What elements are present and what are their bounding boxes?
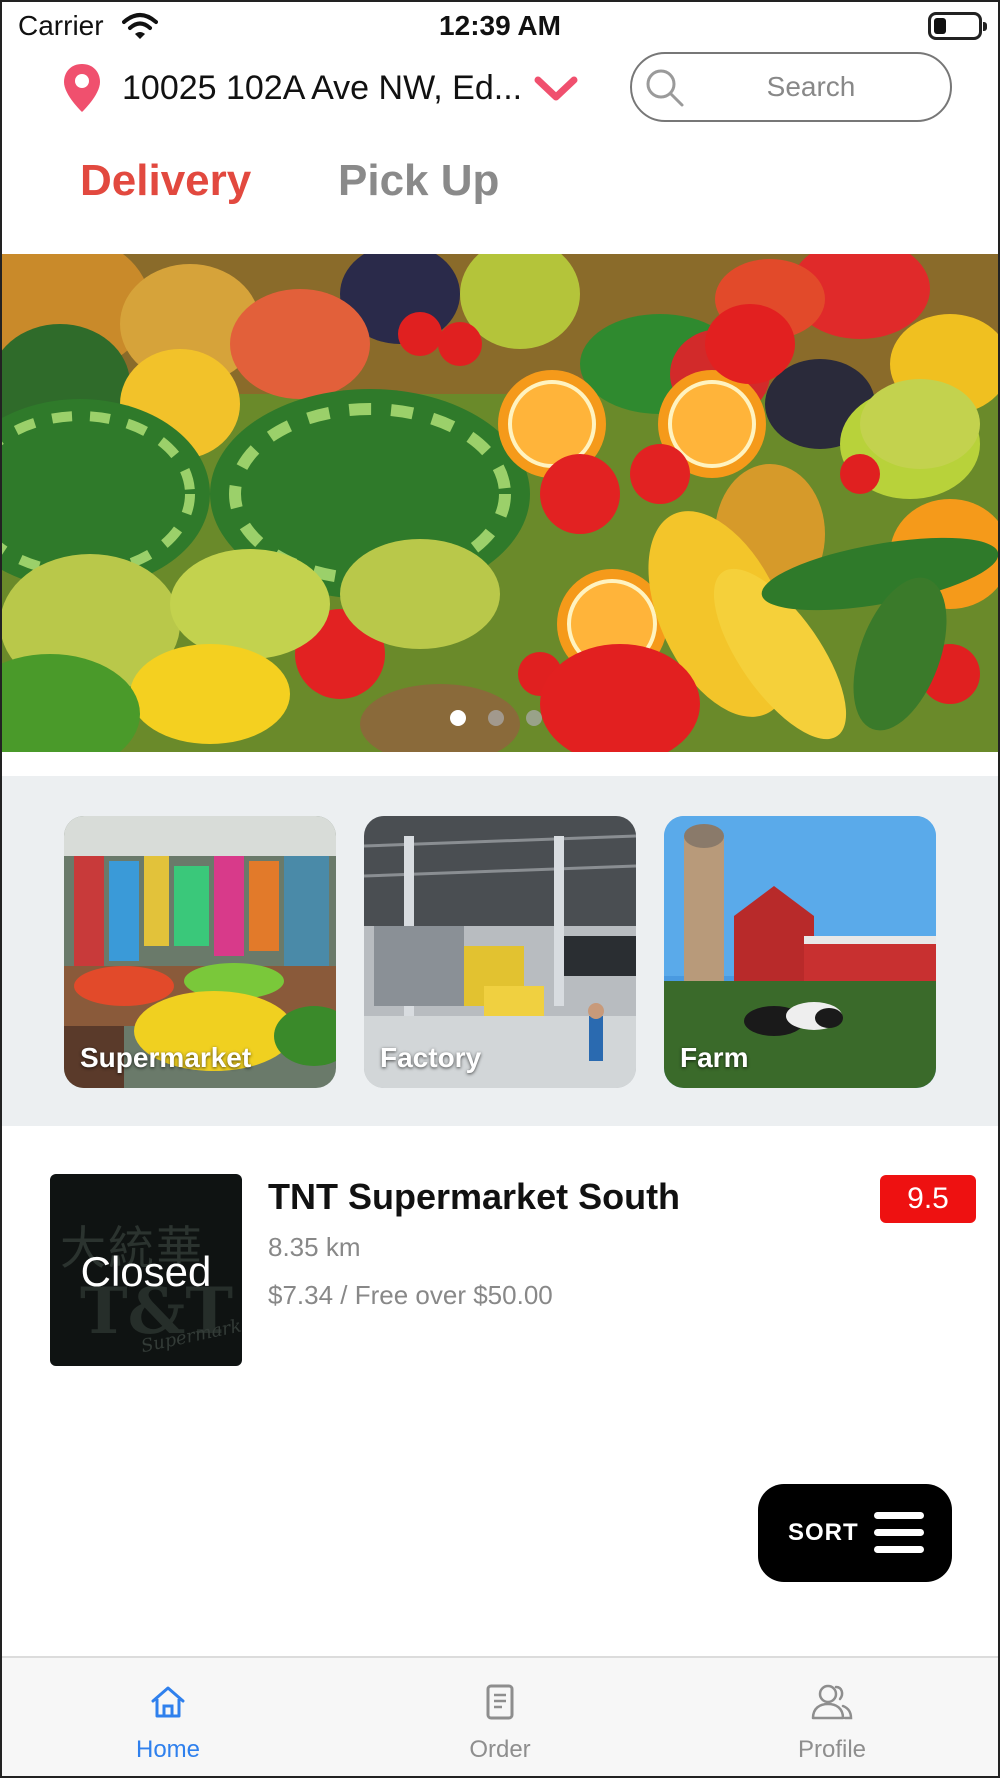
order-icon	[400, 1682, 600, 1722]
tab-delivery[interactable]: Delivery	[80, 156, 251, 206]
tab-profile[interactable]: Profile	[732, 1658, 932, 1778]
carousel-dot[interactable]	[450, 710, 466, 726]
category-label: Factory	[380, 1042, 482, 1073]
category-factory[interactable]: Factory	[364, 816, 636, 1088]
category-farm[interactable]: Farm	[664, 816, 936, 1088]
produce-banner-image	[0, 254, 1000, 752]
store-name: TNT Supermarket South	[268, 1176, 681, 1217]
tab-label: Profile	[797, 1736, 867, 1763]
category-supermarket[interactable]: Supermarket	[64, 816, 336, 1088]
status-bar: Carrier 12:39 AM	[0, 0, 1000, 52]
tab-order[interactable]: Order	[400, 1658, 600, 1778]
delivery-address: 10025 102A Ave NW, Ed...	[122, 68, 523, 107]
rating-badge: 9.5	[880, 1175, 976, 1223]
category-strip: Supermarket Factory Farm	[0, 776, 1000, 1126]
sort-button[interactable]: SORT	[758, 1484, 952, 1582]
menu-lines-icon	[874, 1510, 924, 1561]
chevron-down-icon	[534, 75, 578, 108]
store-delivery-fee: $7.34 / Free over $50.00	[268, 1280, 553, 1310]
store-status: Closed	[80, 1248, 212, 1295]
battery-icon	[928, 12, 987, 40]
sort-label: SORT	[788, 1519, 859, 1546]
store-list-item[interactable]: 大統華 T&T Supermarket Closed TNT Supermark…	[0, 1160, 1000, 1380]
search-box[interactable]	[630, 52, 952, 122]
tab-label: Order	[469, 1736, 531, 1763]
store-distance: 8.35 km	[268, 1232, 361, 1262]
location-pin-icon	[62, 58, 110, 118]
tab-home[interactable]: Home	[68, 1658, 268, 1778]
store-logo: 大統華 T&T Supermarket Closed	[50, 1174, 242, 1366]
category-label: Supermarket	[80, 1042, 252, 1073]
profile-icon	[732, 1682, 932, 1722]
home-icon	[68, 1682, 268, 1722]
promo-banner[interactable]	[0, 254, 1000, 752]
clock: 12:39 AM	[439, 10, 561, 41]
location-selector[interactable]: 10025 102A Ave NW, Ed...	[62, 58, 592, 118]
tab-pickup[interactable]: Pick Up	[338, 156, 499, 206]
carousel-dot[interactable]	[526, 710, 542, 726]
carousel-dot[interactable]	[488, 710, 504, 726]
carousel-indicator[interactable]	[450, 710, 542, 726]
category-label: Farm	[680, 1042, 749, 1073]
search-icon	[642, 65, 688, 116]
bottom-tab-bar: Home Order Profile	[0, 1656, 1000, 1778]
tab-label: Home	[135, 1736, 201, 1763]
